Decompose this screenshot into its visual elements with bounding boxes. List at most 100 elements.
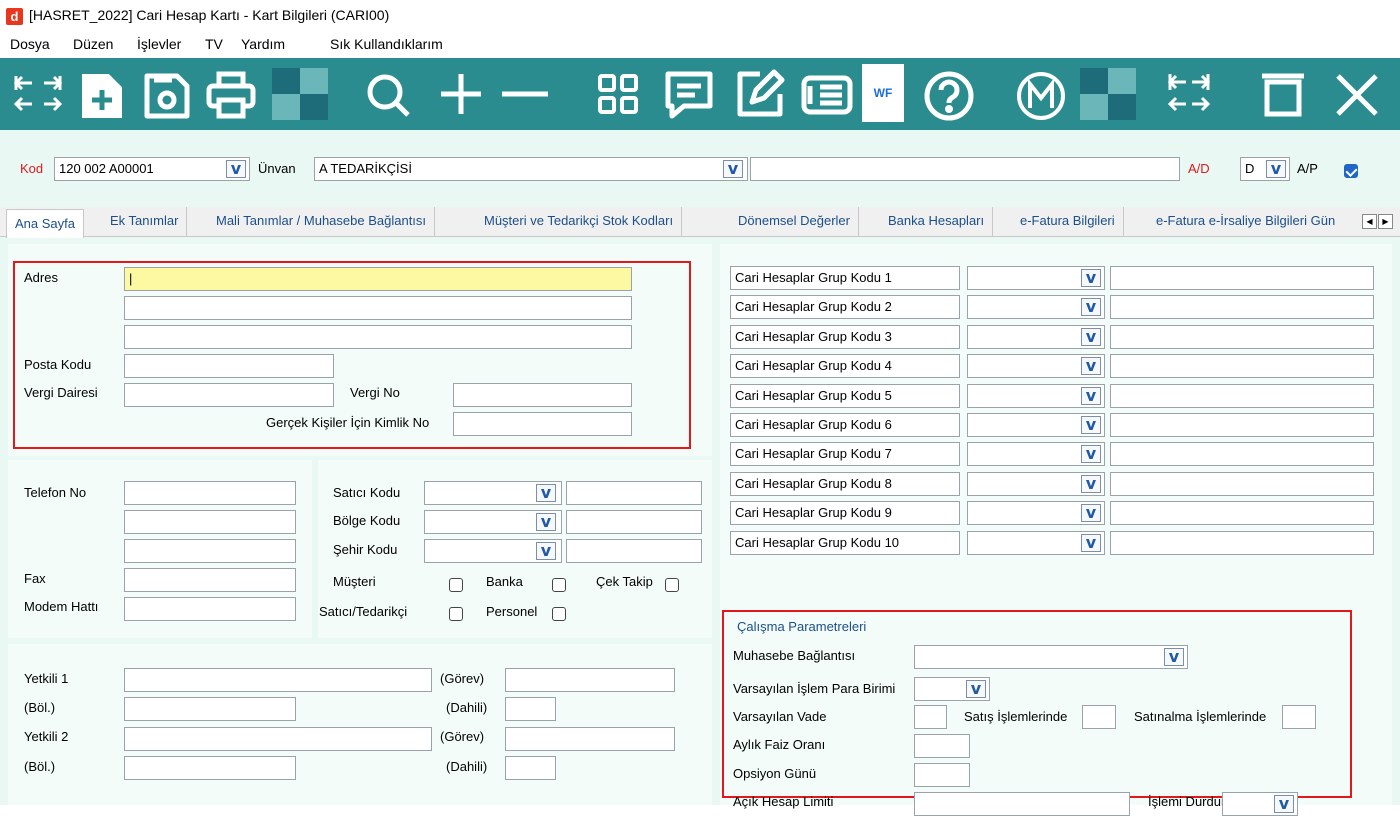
posta-kodu-field[interactable]: [124, 354, 334, 378]
acik-hesap-field[interactable]: [914, 792, 1130, 816]
tab-e-fatura-bilgileri[interactable]: e-Fatura Bilgileri: [1012, 207, 1124, 237]
group-code-desc[interactable]: [1110, 413, 1374, 437]
group-code-dropdown[interactable]: v: [1081, 415, 1101, 434]
menu-dosya[interactable]: Dosya: [10, 36, 50, 52]
group-code-desc[interactable]: [1110, 530, 1374, 555]
sehir-kodu-dropdown[interactable]: v: [536, 541, 556, 560]
group-code-desc[interactable]: [1110, 501, 1374, 526]
menu-tv[interactable]: TV: [205, 36, 223, 52]
tab-scroll-right-icon[interactable]: ▶: [1378, 214, 1393, 229]
list-icon[interactable]: [798, 62, 856, 126]
comment-icon[interactable]: [660, 62, 718, 126]
ap-checkbox[interactable]: [1344, 164, 1358, 178]
telefon-field-3[interactable]: [124, 539, 296, 563]
unvan-field[interactable]: A TEDARİKÇİSİ: [314, 157, 748, 181]
group-code-desc[interactable]: [1110, 471, 1374, 496]
wf-icon[interactable]: WF: [862, 64, 904, 122]
yetkili1-dahili-field[interactable]: [505, 697, 556, 721]
group-code-dropdown[interactable]: v: [1081, 444, 1101, 464]
group-code-dropdown[interactable]: v: [1081, 474, 1101, 493]
group-code-dropdown[interactable]: v: [1081, 268, 1101, 287]
edit-icon[interactable]: [730, 62, 788, 126]
group-code-dropdown[interactable]: v: [1081, 533, 1101, 552]
unvan-dropdown[interactable]: v: [723, 159, 743, 178]
ad-dropdown[interactable]: v: [1266, 159, 1286, 178]
tab-e-irsaliye[interactable]: e-Fatura e-İrsaliye Bilgileri Gün: [1148, 207, 1343, 237]
group-code-dropdown[interactable]: v: [1081, 386, 1101, 405]
bolge-kodu-desc[interactable]: [566, 510, 702, 534]
telefon-field-2[interactable]: [124, 510, 296, 534]
tab-donemsel-degerler[interactable]: Dönemsel Değerler: [730, 207, 859, 237]
tab-scroll-left-icon[interactable]: ◀: [1362, 214, 1377, 229]
tab-mali-tanimlar[interactable]: Mali Tanımlar / Muhasebe Bağlantısı: [208, 207, 436, 237]
save-icon[interactable]: [138, 62, 196, 126]
yetkili1-field[interactable]: [124, 668, 432, 692]
tab-ek-tanimlar[interactable]: Ek Tanımlar: [102, 207, 188, 237]
tab-ana-sayfa[interactable]: Ana Sayfa: [6, 209, 84, 238]
new-document-icon[interactable]: [74, 62, 132, 126]
search-icon[interactable]: [360, 62, 418, 126]
satici-tedarikci-checkbox[interactable]: [449, 607, 463, 621]
kimlik-no-field[interactable]: [453, 412, 632, 436]
help-icon[interactable]: [920, 62, 978, 126]
group-code-desc[interactable]: [1110, 324, 1374, 349]
resize-arrows-icon[interactable]: [1158, 62, 1220, 126]
yetkili2-gorev-field[interactable]: [505, 727, 675, 751]
islemi-durdur-dropdown[interactable]: v: [1274, 794, 1294, 813]
vade-field[interactable]: [914, 705, 947, 729]
kod-dropdown[interactable]: v: [226, 159, 246, 178]
vergi-no-field[interactable]: [453, 383, 632, 407]
delete-icon[interactable]: [1254, 62, 1312, 126]
sehir-kodu-desc[interactable]: [566, 539, 702, 563]
group-code-dropdown[interactable]: v: [1081, 356, 1101, 376]
banka-checkbox[interactable]: [552, 578, 566, 592]
yetkili1-bol-field[interactable]: [124, 697, 296, 721]
group-code-desc[interactable]: [1110, 266, 1374, 290]
yetkili1-gorev-field[interactable]: [505, 668, 675, 692]
yetkili2-field[interactable]: [124, 727, 432, 751]
vergi-dairesi-field[interactable]: [124, 383, 334, 407]
para-birimi-dropdown[interactable]: v: [966, 679, 986, 698]
personel-checkbox[interactable]: [552, 607, 566, 621]
group-code-desc[interactable]: [1110, 295, 1374, 320]
menu-yardim[interactable]: Yardım: [241, 36, 285, 52]
tab-stok-kodlari[interactable]: Müşteri ve Tedarikçi Stok Kodları: [476, 207, 683, 237]
faiz-field[interactable]: [914, 734, 970, 758]
group-code-dropdown[interactable]: v: [1081, 327, 1101, 346]
menu-islevler[interactable]: İşlevler: [137, 36, 181, 52]
kod-field[interactable]: 120 002 A00001: [54, 157, 250, 181]
plus-icon[interactable]: [432, 62, 490, 126]
group-code-dropdown[interactable]: v: [1081, 297, 1101, 317]
adres-line-2[interactable]: [124, 296, 632, 320]
muhasebe-field[interactable]: [914, 645, 1188, 669]
print-icon[interactable]: [202, 62, 260, 126]
satis-field[interactable]: [1082, 705, 1116, 729]
m-circle-icon[interactable]: [1012, 62, 1070, 126]
fax-field[interactable]: [124, 568, 296, 592]
adres-line-1[interactable]: |: [124, 267, 632, 291]
group-code-desc[interactable]: [1110, 383, 1374, 408]
modem-field[interactable]: [124, 597, 296, 621]
minus-icon[interactable]: [496, 62, 554, 126]
yetkili2-dahili-field[interactable]: [505, 756, 556, 780]
satici-kodu-desc[interactable]: [566, 481, 702, 505]
resize-arrows-icon[interactable]: [8, 62, 68, 126]
grid-icon[interactable]: [590, 62, 648, 126]
adres-line-3[interactable]: [124, 325, 632, 349]
musteri-checkbox[interactable]: [449, 578, 463, 592]
group-code-dropdown[interactable]: v: [1081, 503, 1101, 523]
satici-kodu-dropdown[interactable]: v: [536, 483, 556, 502]
group-code-desc[interactable]: [1110, 354, 1374, 379]
bolge-kodu-dropdown[interactable]: v: [536, 512, 556, 531]
telefon-field-1[interactable]: [124, 481, 296, 505]
unvan2-field[interactable]: [750, 157, 1180, 181]
group-code-desc[interactable]: [1110, 442, 1374, 467]
close-icon[interactable]: [1328, 62, 1386, 126]
tab-banka-hesaplari[interactable]: Banka Hesapları: [880, 207, 994, 237]
yetkili2-bol-field[interactable]: [124, 756, 296, 780]
opsiyon-field[interactable]: [914, 763, 970, 787]
menu-duzen[interactable]: Düzen: [73, 36, 113, 52]
muhasebe-dropdown[interactable]: v: [1164, 647, 1184, 666]
menu-sik-kullandiklarim[interactable]: Sık Kullandıklarım: [330, 36, 443, 52]
satinalma-field[interactable]: [1282, 705, 1316, 729]
